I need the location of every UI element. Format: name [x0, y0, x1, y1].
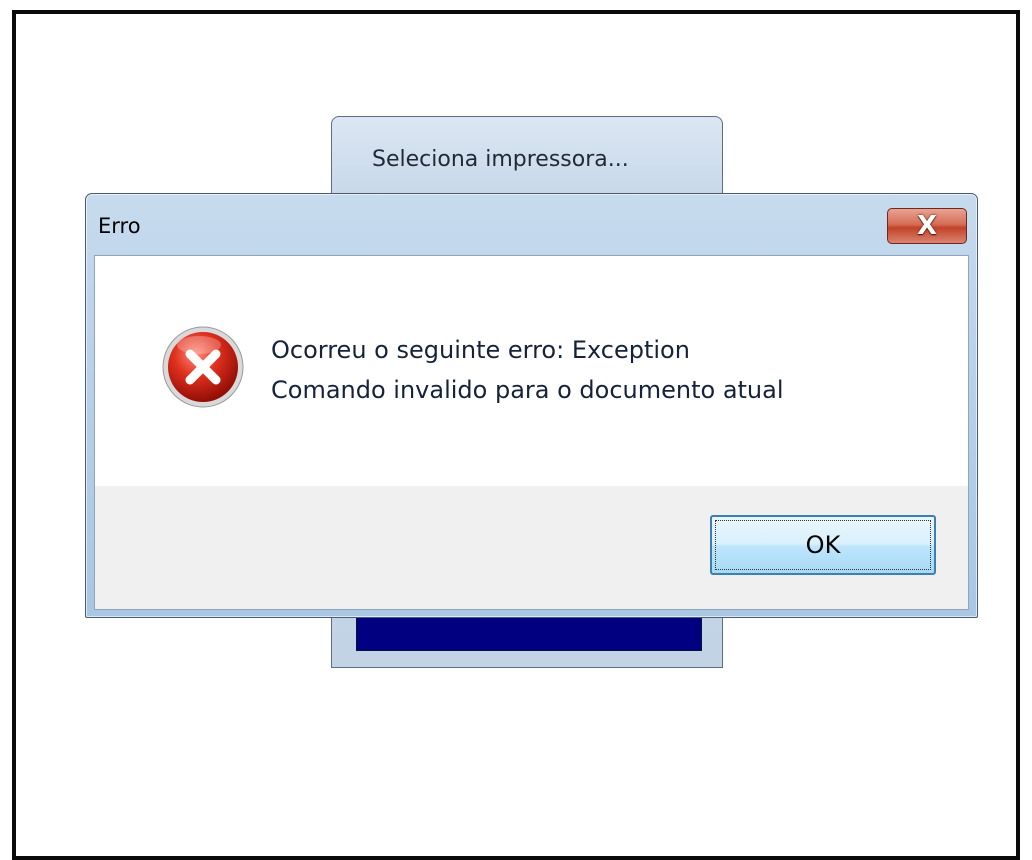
select-printer-title: Seleciona impressora... — [372, 147, 629, 172]
dialog-body: Ocorreu o seguinte erro: Exception Coman… — [94, 255, 969, 610]
close-button[interactable]: X — [887, 208, 967, 244]
error-icon — [162, 326, 244, 408]
progress-bar — [356, 617, 702, 651]
dialog-title: Erro — [98, 214, 141, 238]
error-message-line2: Comando invalido para o documento atual — [271, 376, 784, 404]
dialog-footer: OK — [95, 486, 968, 609]
ok-button[interactable]: OK — [710, 515, 936, 575]
error-dialog: Erro X Ocorreu o seguinte erro: Exceptio… — [85, 193, 978, 618]
close-icon: X — [916, 211, 938, 241]
error-message: Ocorreu o seguinte erro: Exception Coman… — [271, 330, 784, 410]
error-message-line1: Ocorreu o seguinte erro: Exception — [271, 336, 690, 364]
